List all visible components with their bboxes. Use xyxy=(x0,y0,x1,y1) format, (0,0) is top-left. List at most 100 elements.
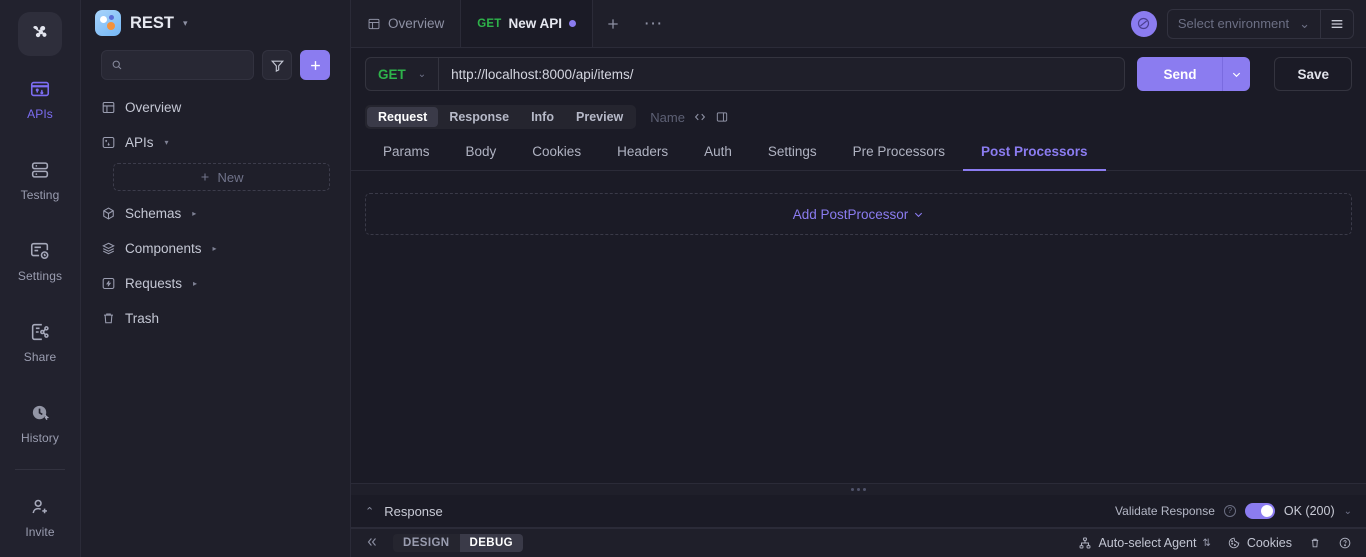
rail-item-label: History xyxy=(20,431,60,445)
save-button[interactable]: Save xyxy=(1274,57,1352,91)
trash-small-icon[interactable] xyxy=(1308,536,1322,550)
subtab-request[interactable]: Request xyxy=(367,107,439,127)
param-tab-post-processors[interactable]: Post Processors xyxy=(962,144,1106,171)
chevron-right-icon[interactable]: ▸ xyxy=(213,244,217,253)
sidebar-item-overview[interactable]: Overview xyxy=(81,92,350,122)
request-name-placeholder[interactable]: Name xyxy=(650,110,685,125)
schemas-icon xyxy=(103,206,114,220)
sidebar-item-label: Requests xyxy=(125,275,183,291)
rest-project-icon xyxy=(95,10,121,36)
mode-debug[interactable]: DEBUG xyxy=(459,534,524,552)
chevron-down-icon xyxy=(915,212,923,217)
sidebar: REST ▾ Overview APIs ▾ New Schemas ▸ Com… xyxy=(81,0,351,557)
chevron-double-left-icon[interactable] xyxy=(365,535,379,552)
project-header[interactable]: REST ▾ xyxy=(81,0,350,46)
tab-label: New API xyxy=(508,16,563,31)
tab-method: GET xyxy=(477,17,502,30)
validate-response-label: Validate Response xyxy=(1115,504,1215,518)
code-icon[interactable] xyxy=(693,110,707,124)
response-bar: ⌃ Response Validate Response ? OK (200) … xyxy=(351,495,1366,528)
url-input[interactable] xyxy=(439,58,1125,90)
sidebar-item-label: Schemas xyxy=(125,205,182,221)
rail-item-share[interactable]: Share xyxy=(0,305,81,380)
search-icon xyxy=(112,60,122,70)
rail-item-settings[interactable]: Settings xyxy=(0,224,81,299)
sidebar-item-label: Overview xyxy=(125,99,182,115)
validate-response-toggle[interactable] xyxy=(1244,503,1275,519)
response-bar-right: Validate Response ? OK (200) ⌄ xyxy=(1115,503,1352,519)
panel-resize-handle[interactable] xyxy=(351,483,1366,495)
help-icon[interactable]: ? xyxy=(1223,505,1236,517)
agent-label: Auto-select Agent xyxy=(1098,536,1197,550)
rail-item-label: Share xyxy=(23,350,57,364)
param-tab-auth[interactable]: Auth xyxy=(686,144,750,170)
rail-item-testing[interactable]: Testing xyxy=(0,143,81,218)
param-tab-pre-processors[interactable]: Pre Processors xyxy=(835,144,963,170)
environment-select[interactable]: Select environment ⌄ xyxy=(1166,8,1320,39)
param-tab-body[interactable]: Body xyxy=(448,144,515,170)
environment-select-label: Select environment xyxy=(1177,16,1290,31)
apidog-logo-icon[interactable] xyxy=(18,12,62,56)
sidebar-tree: Overview APIs ▾ New Schemas ▸ Components… xyxy=(81,80,350,333)
rail-item-label: Settings xyxy=(17,269,63,283)
chevron-down-icon[interactable]: ▾ xyxy=(165,138,169,147)
param-tab-cookies[interactable]: Cookies xyxy=(514,144,599,170)
more-tabs-button[interactable]: ··· xyxy=(633,0,673,47)
send-button-group: Send xyxy=(1137,57,1251,91)
plus-icon xyxy=(608,18,618,29)
tab-new-api[interactable]: GET New API xyxy=(461,0,594,47)
tab-overview[interactable]: Overview xyxy=(351,0,462,47)
left-rail: APIs Testing Settings Share History Invi… xyxy=(0,0,81,557)
status-bar-right: Auto-select Agent ⇅ Cookies xyxy=(1078,536,1352,550)
new-tab-button[interactable] xyxy=(593,0,633,47)
search-input[interactable] xyxy=(130,58,244,72)
mode-design[interactable]: DESIGN xyxy=(393,534,460,552)
mode-segment: DESIGN DEBUG xyxy=(393,534,524,552)
request-view-segment: Request Response Info Preview xyxy=(365,105,637,129)
rail-item-invite[interactable]: Invite xyxy=(0,480,81,555)
new-api-button[interactable]: New xyxy=(113,163,330,191)
tab-label: Overview xyxy=(388,16,445,31)
plus-icon xyxy=(201,173,209,181)
chevron-updown-icon: ⇅ xyxy=(1202,537,1211,549)
rail-item-history[interactable]: History xyxy=(0,386,81,461)
cookies-button[interactable]: Cookies xyxy=(1227,536,1292,550)
sidebar-item-trash[interactable]: Trash xyxy=(81,303,350,333)
sidebar-item-apis[interactable]: APIs ▾ xyxy=(81,127,350,157)
subtab-preview[interactable]: Preview xyxy=(565,107,634,127)
chevron-right-icon[interactable]: ▸ xyxy=(193,279,197,288)
components-icon xyxy=(102,242,115,254)
rail-item-label: Invite xyxy=(25,525,55,539)
filter-icon[interactable] xyxy=(262,50,292,80)
agent-selector[interactable]: Auto-select Agent ⇅ xyxy=(1078,536,1211,550)
search-box[interactable] xyxy=(101,50,254,80)
add-new-button[interactable] xyxy=(300,50,330,80)
layout-panel-icon[interactable] xyxy=(715,110,729,124)
collapse-response-icon[interactable]: ⌃ xyxy=(365,505,374,518)
chevron-right-icon[interactable]: ▸ xyxy=(192,209,196,218)
method-select[interactable]: GET ⌄ xyxy=(366,58,440,90)
trash-icon xyxy=(104,312,113,323)
sidebar-item-schemas[interactable]: Schemas ▸ xyxy=(81,198,350,228)
sidebar-item-requests[interactable]: Requests ▸ xyxy=(81,268,350,298)
more-horizontal-icon: ··· xyxy=(643,12,663,34)
rail-item-apis[interactable]: APIs xyxy=(0,62,81,137)
hamburger-menu-icon[interactable] xyxy=(1320,8,1354,39)
chevron-down-icon[interactable]: ⌄ xyxy=(1344,506,1352,517)
add-postprocessor-button[interactable]: Add PostProcessor xyxy=(365,193,1352,235)
help-circle-icon[interactable] xyxy=(1338,536,1352,550)
param-tab-settings[interactable]: Settings xyxy=(750,144,835,170)
environment-icon[interactable] xyxy=(1130,10,1157,37)
param-tab-params[interactable]: Params xyxy=(365,144,448,170)
param-tab-headers[interactable]: Headers xyxy=(599,144,686,170)
request-url-row: GET ⌄ Send Save xyxy=(351,48,1366,100)
app-root: APIs Testing Settings Share History Invi… xyxy=(0,0,1366,557)
chevron-down-icon[interactable]: ▾ xyxy=(183,18,188,28)
subtab-response[interactable]: Response xyxy=(438,107,520,127)
response-title: Response xyxy=(384,503,443,519)
subtab-info[interactable]: Info xyxy=(520,107,565,127)
tabbar-right-group: Select environment ⌄ xyxy=(1130,0,1366,47)
send-options-button[interactable] xyxy=(1222,57,1251,91)
sidebar-item-components[interactable]: Components ▸ xyxy=(81,233,350,263)
send-button[interactable]: Send xyxy=(1137,57,1223,91)
